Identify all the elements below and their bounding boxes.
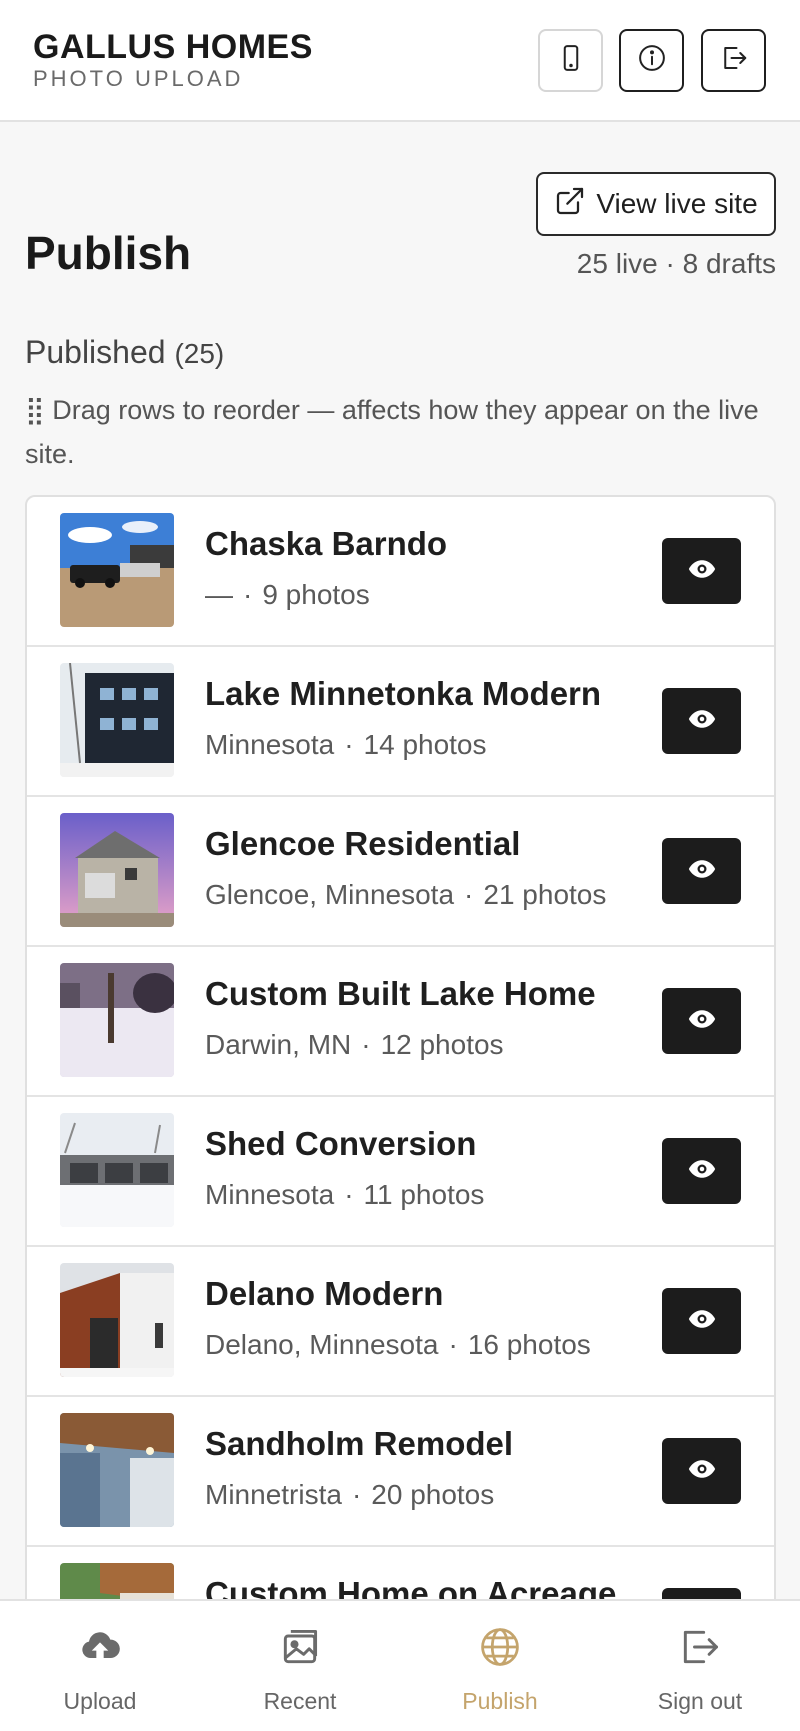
project-title: Sandholm Remodel — [205, 1425, 514, 1462]
cloud-upload-icon — [78, 1625, 122, 1674]
project-location: Minnetrista — [205, 1479, 342, 1510]
published-list: Chaska Barndo — · 9 photos Lake Minneton… — [25, 495, 776, 1635]
section-title: Published (25) — [25, 334, 224, 371]
eye-icon — [687, 704, 717, 739]
publish-counts: 25 live · 8 drafts — [576, 248, 776, 279]
external-link-icon — [554, 185, 586, 224]
project-thumbnail — [60, 1263, 174, 1377]
project-title: Lake Minnetonka Modern — [205, 675, 602, 712]
project-title: Shed Conversion — [205, 1125, 477, 1162]
view-project-button[interactable] — [662, 988, 741, 1054]
project-thumbnail — [60, 813, 174, 927]
project-photo-count: 12 photos — [380, 1029, 504, 1060]
view-live-site-button[interactable]: View live site — [536, 172, 776, 236]
project-thumbnail — [60, 1113, 174, 1227]
project-meta: Minnesota · 14 photos — [205, 729, 487, 760]
logout-icon — [678, 1625, 722, 1674]
list-item[interactable]: Glencoe Residential Glencoe, Minnesota · 2… — [27, 797, 774, 947]
list-item[interactable]: Shed Conversion Minnesota · 11 photos — [27, 1097, 774, 1247]
nav-sign-out[interactable]: Sign out — [600, 1601, 800, 1731]
nav-recent[interactable]: Recent — [200, 1601, 400, 1731]
list-item[interactable]: Custom Built Lake Home Darwin, MN · 12 pho… — [27, 947, 774, 1097]
section-count: (25) — [174, 338, 225, 369]
section-title-label: Published — [25, 334, 166, 370]
phone-button[interactable] — [538, 29, 603, 92]
gallery-icon — [278, 1625, 322, 1674]
project-location: Minnesota — [205, 729, 335, 760]
view-project-button[interactable] — [662, 688, 741, 754]
project-title: Custom Built Lake Home — [205, 975, 596, 1012]
project-meta: Delano, Minnesota · 16 photos — [205, 1329, 591, 1360]
view-project-button[interactable] — [662, 538, 741, 604]
project-location: Delano, Minnesota — [205, 1329, 439, 1360]
eye-icon — [687, 554, 717, 589]
project-meta: Minnesota · 11 photos — [205, 1179, 485, 1210]
project-photo-count: 16 photos — [467, 1329, 591, 1360]
nav-label: Publish — [462, 1688, 538, 1714]
project-meta: Darwin, MN · 12 photos — [205, 1029, 504, 1060]
project-meta: Minnetrista · 20 photos — [205, 1479, 495, 1510]
nav-upload[interactable]: Upload — [0, 1601, 200, 1731]
project-thumbnail — [60, 1413, 174, 1527]
globe-icon — [478, 1625, 522, 1674]
project-location: Glencoe, Minnesota — [205, 879, 455, 910]
brand-subtitle: PHOTO UPLOAD — [33, 66, 244, 91]
nav-label: Upload — [63, 1688, 137, 1714]
eye-icon — [687, 1454, 717, 1489]
logout-button[interactable] — [701, 29, 766, 92]
project-photo-count: 21 photos — [483, 879, 607, 910]
eye-icon — [687, 1004, 717, 1039]
nav-label: Sign out — [657, 1688, 743, 1714]
project-location: Minnesota — [205, 1179, 335, 1210]
project-photo-count: 20 photos — [371, 1479, 495, 1510]
project-title: Glencoe Residential — [205, 825, 521, 862]
list-item[interactable]: Lake Minnetonka Modern Minnesota · 14 phot… — [27, 647, 774, 797]
phone-icon — [556, 43, 586, 78]
info-button[interactable] — [619, 29, 684, 92]
reorder-hint: ⣿ Drag rows to reorder — affects how the… — [25, 395, 759, 469]
page-title: Publish — [25, 227, 192, 279]
project-photo-count: 9 photos — [262, 579, 370, 610]
view-live-site-label: View live site — [596, 188, 758, 219]
view-project-button[interactable] — [662, 1438, 741, 1504]
nav-publish[interactable]: Publish — [400, 1601, 600, 1731]
bottom-nav: Upload Recent Publish Sign out — [0, 1599, 800, 1731]
project-location: Darwin, MN — [205, 1029, 352, 1060]
project-thumbnail — [60, 513, 174, 627]
list-item[interactable]: Sandholm Remodel Minnetrista · 20 photos — [27, 1397, 774, 1547]
project-photo-count: 14 photos — [363, 729, 487, 760]
project-thumbnail — [60, 963, 174, 1077]
project-meta: — · 9 photos — [205, 579, 370, 610]
list-item[interactable]: Chaska Barndo — · 9 photos — [27, 497, 774, 647]
view-project-button[interactable] — [662, 838, 741, 904]
app-header: GALLUS HOMES PHOTO UPLOAD — [0, 0, 800, 122]
list-item[interactable]: Delano Modern Delano, Minnesota · 16 photo… — [27, 1247, 774, 1397]
logout-icon — [719, 43, 749, 78]
info-icon — [637, 43, 667, 78]
eye-icon — [687, 1154, 717, 1189]
nav-label: Recent — [263, 1688, 337, 1714]
project-location: — — [205, 579, 233, 610]
eye-icon — [687, 1304, 717, 1339]
project-title: Delano Modern — [205, 1275, 444, 1312]
brand-title: GALLUS HOMES — [33, 28, 313, 66]
eye-icon — [687, 854, 717, 889]
project-meta: Glencoe, Minnesota · 21 photos — [205, 879, 607, 910]
project-photo-count: 11 photos — [363, 1179, 485, 1210]
view-project-button[interactable] — [662, 1288, 741, 1354]
view-project-button[interactable] — [662, 1138, 741, 1204]
project-thumbnail — [60, 663, 174, 777]
project-title: Chaska Barndo — [205, 525, 448, 562]
